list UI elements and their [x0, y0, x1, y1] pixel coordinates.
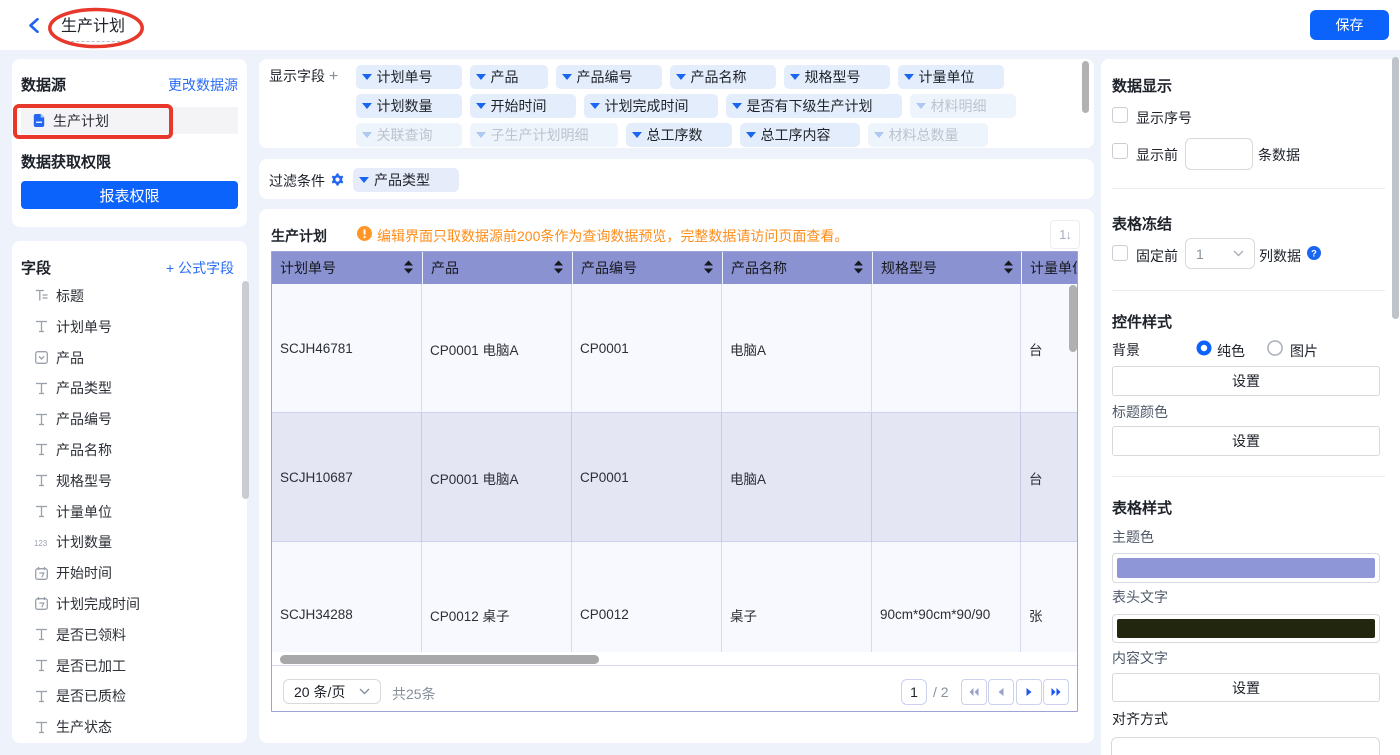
svg-text:?: ?	[1311, 248, 1317, 258]
svg-text:123: 123	[34, 539, 48, 548]
